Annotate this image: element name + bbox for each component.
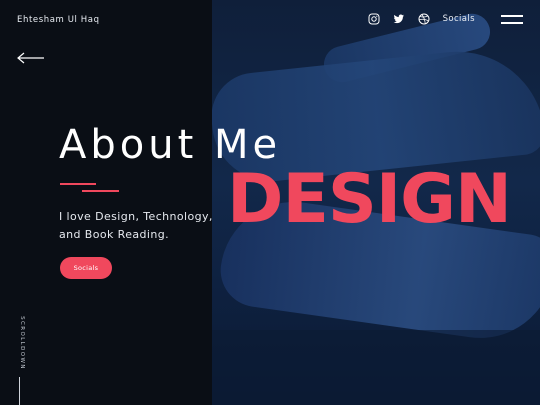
brand-name[interactable]: Ehtesham Ul Haq bbox=[17, 15, 100, 25]
scroll-down-line bbox=[19, 377, 20, 405]
hamburger-menu-icon[interactable] bbox=[501, 13, 523, 25]
socials-button[interactable]: Socials bbox=[60, 257, 112, 279]
tagline-line: I love Design, Technology, bbox=[59, 210, 213, 223]
accent-line bbox=[60, 183, 96, 185]
back-arrow-icon[interactable] bbox=[17, 52, 45, 64]
instagram-icon[interactable] bbox=[368, 13, 380, 25]
nav-socials-link[interactable]: Socials bbox=[443, 14, 475, 24]
hand-shadow-shape bbox=[212, 330, 540, 405]
page-title: About Me bbox=[59, 122, 282, 168]
accent-line bbox=[82, 190, 119, 192]
scroll-down-label[interactable]: SCROLLDOWN bbox=[19, 316, 25, 370]
design-background-word: DESIGN bbox=[227, 160, 512, 239]
twitter-icon[interactable] bbox=[393, 13, 405, 25]
tagline-line: and Book Reading. bbox=[59, 228, 170, 241]
tagline: I love Design, Technology, and Book Read… bbox=[59, 208, 219, 244]
dribbble-icon[interactable] bbox=[418, 13, 430, 25]
top-nav: Socials bbox=[368, 13, 523, 25]
